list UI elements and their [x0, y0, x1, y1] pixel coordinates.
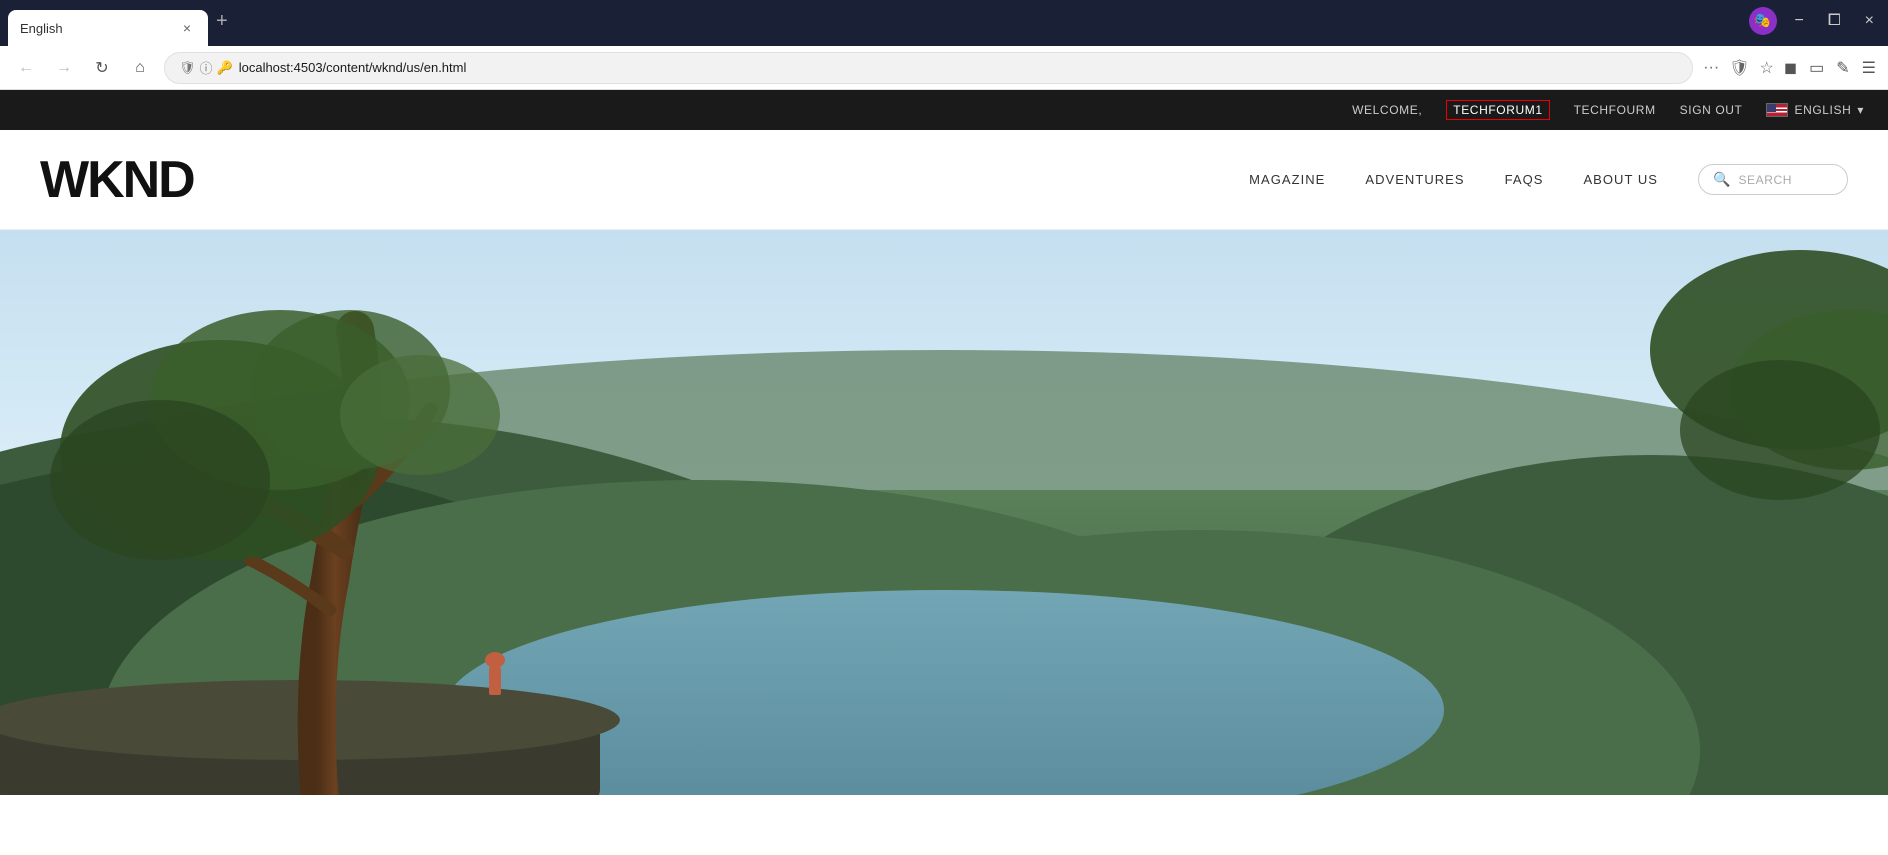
browser-chrome: English × + 🎭 − ⧠ × ← → ↻ ⌂ 🛡: [0, 0, 1888, 90]
profile-icon[interactable]: ✎: [1836, 58, 1849, 78]
language-chevron-icon: ▾: [1857, 103, 1864, 117]
avatar-icon: 🎭: [1754, 12, 1771, 29]
refresh-icon: ↻: [95, 58, 108, 78]
address-right-icons: ··· 🛡 ☆: [1703, 58, 1774, 78]
site-topbar: WELCOME, TECHFORUM1 TECHFOURM SIGN OUT E…: [0, 90, 1888, 130]
shield-toolbar-icon[interactable]: 🛡: [1729, 58, 1749, 78]
sidebar-icon[interactable]: ▭: [1809, 58, 1824, 78]
close-button[interactable]: ×: [1859, 10, 1880, 32]
site-header: WKND MAGAZINE ADVENTURES FAQS ABOUT US 🔍…: [0, 130, 1888, 230]
nav-link-magazine[interactable]: MAGAZINE: [1249, 172, 1325, 187]
nav-link-faqs[interactable]: FAQS: [1505, 172, 1544, 187]
site-nav: MAGAZINE ADVENTURES FAQS ABOUT US 🔍 SEAR…: [1249, 164, 1848, 195]
browser-controls-right: 🎭 − ⧠ ×: [1749, 7, 1881, 40]
hero-landscape-svg: [0, 230, 1888, 795]
forward-button[interactable]: →: [50, 54, 78, 82]
tab-close-button[interactable]: ×: [178, 19, 196, 37]
nav-link-about-us[interactable]: ABOUT US: [1583, 172, 1658, 187]
bookmark-icon[interactable]: ☆: [1760, 58, 1774, 78]
username-text[interactable]: TECHFORUM1: [1446, 100, 1549, 120]
sign-out-link[interactable]: SIGN OUT: [1680, 103, 1743, 117]
tab-title: English: [20, 21, 170, 36]
address-bar[interactable]: 🛡 ⓘ 🔑 localhost:4503/content/wknd/us/en.…: [164, 52, 1693, 84]
welcome-text: WELCOME,: [1352, 103, 1422, 117]
more-icon[interactable]: ···: [1703, 59, 1719, 77]
menu-icon[interactable]: ☰: [1862, 58, 1876, 78]
search-input-placeholder: SEARCH: [1738, 173, 1792, 187]
address-bar-row: ← → ↻ ⌂ 🛡 ⓘ 🔑 localhost:4503/content/wkn…: [0, 46, 1888, 90]
search-box[interactable]: 🔍 SEARCH: [1698, 164, 1848, 195]
new-tab-button[interactable]: +: [216, 11, 228, 36]
language-label: ENGLISH: [1794, 103, 1851, 117]
home-button[interactable]: ⌂: [126, 54, 154, 82]
address-url[interactable]: localhost:4503/content/wknd/us/en.html: [239, 60, 1678, 75]
site-logo[interactable]: WKND: [40, 150, 194, 210]
flag-canton: [1767, 104, 1776, 112]
restore-button[interactable]: ⧠: [1822, 10, 1847, 32]
hero-image: [0, 230, 1888, 795]
profile-avatar[interactable]: 🎭: [1749, 7, 1777, 35]
language-selector[interactable]: ENGLISH ▾: [1766, 103, 1864, 117]
shield-icon: 🛡: [179, 60, 196, 76]
back-button[interactable]: ←: [12, 54, 40, 82]
active-tab[interactable]: English ×: [8, 10, 208, 46]
home-icon: ⌂: [135, 59, 145, 77]
tab-bar: English × + 🎭 − ⧠ ×: [0, 0, 1888, 46]
website-content: WELCOME, TECHFORUM1 TECHFOURM SIGN OUT E…: [0, 90, 1888, 795]
nav-link-adventures[interactable]: ADVENTURES: [1365, 172, 1464, 187]
back-icon: ←: [18, 59, 34, 77]
lock-icon: 🔑: [217, 60, 233, 76]
library-icon[interactable]: ◼: [1784, 58, 1797, 78]
second-username-text[interactable]: TECHFOURM: [1574, 103, 1656, 117]
minimize-button[interactable]: −: [1789, 10, 1810, 32]
address-security-icons: 🛡 ⓘ 🔑: [179, 58, 233, 77]
toolbar-right: ◼ ▭ ✎ ☰: [1784, 58, 1876, 78]
us-flag-icon: [1766, 103, 1788, 117]
refresh-button[interactable]: ↻: [88, 54, 116, 82]
info-icon: ⓘ: [200, 58, 213, 77]
forward-icon: →: [56, 59, 72, 77]
search-icon: 🔍: [1713, 171, 1730, 188]
